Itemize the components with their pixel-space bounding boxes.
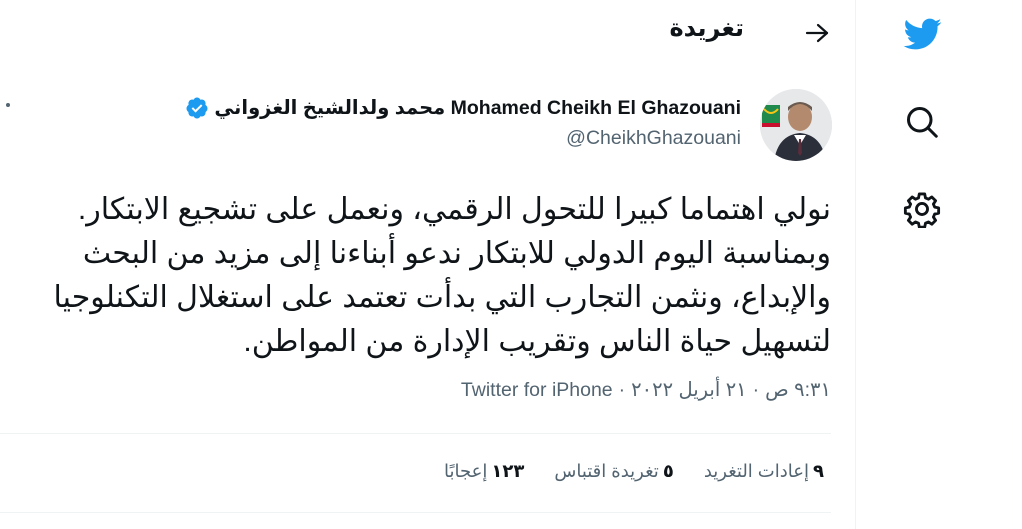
author-display-name[interactable]: Mohamed Cheikh El Ghazouani محمد ولدالشي…	[214, 96, 741, 120]
author-handle[interactable]: @CheikhGhazouani	[566, 127, 741, 150]
quotes-label: تغريدة اقتباس	[554, 461, 659, 481]
divider	[0, 512, 831, 513]
retweets-count: ٩	[813, 461, 824, 481]
page-title: تغريدة	[669, 15, 744, 42]
tweet-source[interactable]: Twitter for iPhone	[461, 379, 613, 401]
retweets-stat[interactable]: ٩إعادات التغريد	[704, 461, 824, 482]
tweet-stats: ٩إعادات التغريد ٥تغريدة اقتباس ١٢٣إعجابً…	[444, 461, 824, 482]
meta-separator: ·	[618, 379, 626, 401]
twitter-logo-icon[interactable]	[894, 6, 950, 62]
more-options-icon[interactable]	[6, 103, 10, 107]
tweet-time[interactable]: ٩:٣١ ص	[765, 379, 831, 401]
tweet-date[interactable]: ٢١ أبريل ٢٠٢٢	[631, 379, 747, 401]
tweet-meta: ٩:٣١ ص·٢١ أبريل ٢٠٢٢·Twitter for iPhone	[461, 378, 831, 402]
verified-badge-icon	[185, 96, 209, 120]
search-icon[interactable]	[894, 94, 950, 150]
meta-separator: ·	[752, 379, 760, 401]
likes-stat[interactable]: ١٢٣إعجابًا	[444, 461, 524, 482]
settings-gear-icon[interactable]	[894, 181, 950, 237]
tweet-text: نولي اهتماما كبيرا للتحول الرقمي، ونعمل …	[53, 193, 831, 358]
retweets-label: إعادات التغريد	[703, 461, 809, 481]
avatar[interactable]	[760, 89, 832, 161]
divider	[0, 433, 831, 434]
likes-label: إعجابًا	[444, 461, 488, 481]
quotes-stat[interactable]: ٥تغريدة اقتباس	[554, 461, 673, 482]
back-arrow-icon[interactable]	[800, 16, 834, 50]
likes-count: ١٢٣	[491, 461, 525, 481]
nav-divider	[855, 0, 856, 529]
quotes-count: ٥	[662, 461, 674, 481]
author-name-row[interactable]: Mohamed Cheikh El Ghazouani محمد ولدالشي…	[185, 96, 741, 120]
